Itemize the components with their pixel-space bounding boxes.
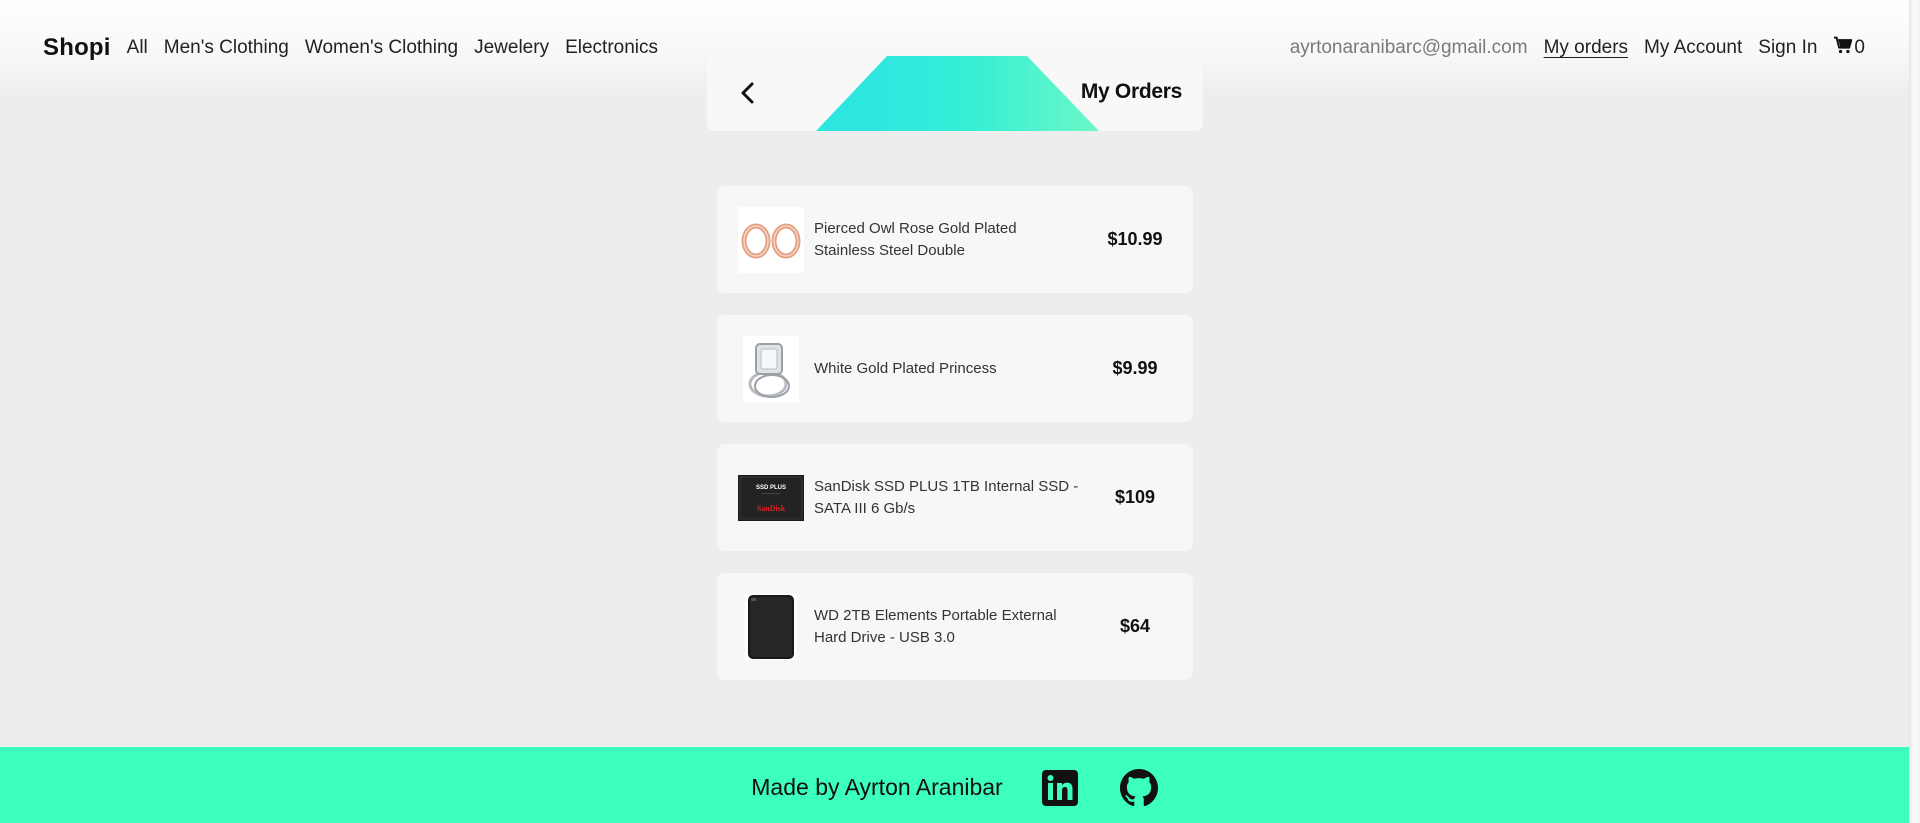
scrollbar[interactable]: [1909, 0, 1920, 823]
nav-link-electronics[interactable]: Electronics: [565, 37, 658, 59]
linkedin-icon[interactable]: [1041, 769, 1079, 807]
nav-link-mens-clothing[interactable]: Men's Clothing: [164, 37, 289, 59]
order-price: $109: [1114, 487, 1156, 507]
chevron-left-icon: [733, 82, 763, 112]
footer: Made by Ayrton Aranibar: [0, 747, 1909, 823]
nav-link-all[interactable]: All: [127, 37, 148, 59]
ssd-label-text: SSD PLUS: [756, 485, 786, 491]
my-orders-header: My Orders: [707, 56, 1203, 131]
order-thumbnail-wd-hard-drive: [738, 593, 804, 660]
order-price: $9.99: [1112, 358, 1158, 378]
viewport: Shopi All Men's Clothing Women's Clothin…: [0, 0, 1920, 823]
nav-right: ayrtonaranibarc@gmail.com My orders My A…: [1290, 36, 1865, 60]
github-icon[interactable]: [1119, 768, 1158, 807]
order-thumbnail-sandisk-ssd: SSD PLUS SanDisk: [738, 465, 804, 531]
nav-link-womens-clothing[interactable]: Women's Clothing: [305, 37, 458, 59]
shopping-cart-icon: [1833, 36, 1854, 60]
back-button[interactable]: [733, 78, 763, 108]
user-email: ayrtonaranibarc@gmail.com: [1289, 36, 1528, 58]
cart-count: 0: [1854, 36, 1865, 58]
nav-link-sign-in[interactable]: Sign In: [1758, 37, 1817, 59]
order-card[interactable]: WD 2TB Elements Portable External Hard D…: [717, 573, 1193, 680]
footer-credit: Made by Ayrton Aranibar: [751, 774, 1003, 800]
cart-button[interactable]: 0: [1833, 36, 1865, 60]
order-card[interactable]: White Gold Plated Princess $9.99: [717, 315, 1193, 422]
nav-left: Shopi All Men's Clothing Women's Clothin…: [43, 34, 674, 62]
logo[interactable]: Shopi: [43, 34, 111, 62]
order-card[interactable]: SSD PLUS SanDisk SanDisk SSD PLUS 1TB In…: [717, 444, 1193, 551]
order-thumbnail-rose-gold-rings: [738, 206, 804, 273]
order-title: SanDisk SSD PLUS 1TB Internal SSD - SATA…: [814, 477, 1079, 517]
orders-list: Pierced Owl Rose Gold Plated Stainless S…: [717, 186, 1193, 702]
order-thumbnail-white-gold-ring: [738, 335, 804, 402]
order-title: White Gold Plated Princess: [814, 359, 997, 377]
scrollbar-thumb[interactable]: [1912, 0, 1919, 823]
nav-link-my-orders[interactable]: My orders: [1544, 37, 1628, 59]
order-title: WD 2TB Elements Portable External Hard D…: [814, 606, 1057, 646]
order-price: $10.99: [1107, 229, 1163, 249]
nav-link-jewelery[interactable]: Jewelery: [474, 37, 549, 59]
ssd-brand-text: SanDisk: [757, 504, 786, 513]
nav-link-my-account[interactable]: My Account: [1644, 37, 1742, 59]
page-title: My Orders: [1080, 80, 1182, 103]
order-title: Pierced Owl Rose Gold Plated Stainless S…: [814, 219, 1017, 259]
order-price: $64: [1119, 616, 1151, 636]
order-card[interactable]: Pierced Owl Rose Gold Plated Stainless S…: [717, 186, 1193, 293]
header-decoration: [816, 56, 1099, 131]
